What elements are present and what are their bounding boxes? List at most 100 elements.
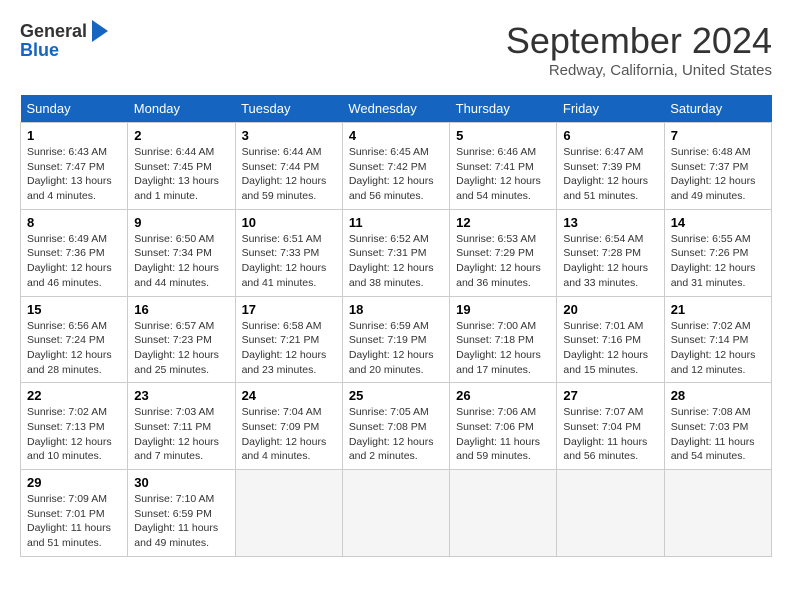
calendar-cell: 4 Sunrise: 6:45 AMSunset: 7:42 PMDaylight… [342,123,449,210]
calendar-cell: 10Sunrise: 6:51 AMSunset: 7:33 PMDayligh… [235,209,342,296]
day-info: Sunrise: 6:59 AMSunset: 7:19 PMDaylight:… [349,319,443,378]
calendar-cell: 24 Sunrise: 7:04 AMSunset: 7:09 PMDayligh… [235,383,342,470]
calendar-cell: 25 Sunrise: 7:05 AMSunset: 7:08 PMDayligh… [342,383,449,470]
calendar-cell: 19Sunrise: 7:00 AMSunset: 7:18 PMDayligh… [450,296,557,383]
day-number: 18 [349,302,443,317]
calendar-cell: 8 Sunrise: 6:49 AMSunset: 7:36 PMDaylight… [21,209,128,296]
week-row-2: 8 Sunrise: 6:49 AMSunset: 7:36 PMDaylight… [21,209,772,296]
day-info: Sunrise: 6:47 AMSunset: 7:39 PMDaylight:… [563,145,657,204]
calendar-cell: 23 Sunrise: 7:03 AMSunset: 7:11 PMDayligh… [128,383,235,470]
day-number: 12 [456,215,550,230]
day-number: 17 [242,302,336,317]
day-info: Sunrise: 7:05 AMSunset: 7:08 PMDaylight:… [349,405,443,464]
day-number: 21 [671,302,765,317]
calendar-table: SundayMondayTuesdayWednesdayThursdayFrid… [20,95,772,557]
day-number: 28 [671,388,765,403]
day-info: Sunrise: 6:53 AMSunset: 7:29 PMDaylight:… [456,232,550,291]
day-info: Sunrise: 6:49 AMSunset: 7:36 PMDaylight:… [27,232,121,291]
calendar-cell: 14 Sunrise: 6:55 AMSunset: 7:26 PMDayligh… [664,209,771,296]
day-info: Sunrise: 7:08 AMSunset: 7:03 PMDaylight:… [671,405,765,464]
day-number: 27 [563,388,657,403]
logo-general-text: General [20,21,87,42]
day-header-saturday: Saturday [664,95,771,123]
day-number: 20 [563,302,657,317]
calendar-cell: 2 Sunrise: 6:44 AMSunset: 7:45 PMDaylight… [128,123,235,210]
calendar-cell [450,470,557,557]
calendar-cell: 15 Sunrise: 6:56 AMSunset: 7:24 PMDayligh… [21,296,128,383]
day-number: 2 [134,128,228,143]
day-info: Sunrise: 7:03 AMSunset: 7:11 PMDaylight:… [134,405,228,464]
calendar-cell [557,470,664,557]
day-number: 6 [563,128,657,143]
day-header-friday: Friday [557,95,664,123]
calendar-cell: 22 Sunrise: 7:02 AMSunset: 7:13 PMDayligh… [21,383,128,470]
day-number: 9 [134,215,228,230]
logo: General Blue [20,20,108,61]
day-info: Sunrise: 6:58 AMSunset: 7:21 PMDaylight:… [242,319,336,378]
day-number: 7 [671,128,765,143]
calendar-cell: 30 Sunrise: 7:10 AMSunset: 6:59 PMDayligh… [128,470,235,557]
location-text: Redway, California, United States [506,62,772,79]
day-number: 19 [456,302,550,317]
day-number: 3 [242,128,336,143]
day-info: Sunrise: 6:57 AMSunset: 7:23 PMDaylight:… [134,319,228,378]
day-info: Sunrise: 7:04 AMSunset: 7:09 PMDaylight:… [242,405,336,464]
calendar-cell: 6 Sunrise: 6:47 AMSunset: 7:39 PMDaylight… [557,123,664,210]
calendar-cell: 7 Sunrise: 6:48 AMSunset: 7:37 PMDaylight… [664,123,771,210]
page-header: General Blue September 2024 Redway, Cali… [20,20,772,79]
calendar-cell: 20 Sunrise: 7:01 AMSunset: 7:16 PMDayligh… [557,296,664,383]
calendar-cell: 3 Sunrise: 6:44 AMSunset: 7:44 PMDaylight… [235,123,342,210]
day-info: Sunrise: 6:54 AMSunset: 7:28 PMDaylight:… [563,232,657,291]
calendar-cell: 13 Sunrise: 6:54 AMSunset: 7:28 PMDayligh… [557,209,664,296]
day-info: Sunrise: 6:50 AMSunset: 7:34 PMDaylight:… [134,232,228,291]
day-header-monday: Monday [128,95,235,123]
day-info: Sunrise: 6:45 AMSunset: 7:42 PMDaylight:… [349,145,443,204]
day-info: Sunrise: 7:06 AMSunset: 7:06 PMDaylight:… [456,405,550,464]
day-number: 13 [563,215,657,230]
day-header-thursday: Thursday [450,95,557,123]
day-number: 11 [349,215,443,230]
day-info: Sunrise: 6:51 AMSunset: 7:33 PMDaylight:… [242,232,336,291]
day-number: 4 [349,128,443,143]
day-number: 22 [27,388,121,403]
day-header-wednesday: Wednesday [342,95,449,123]
day-number: 15 [27,302,121,317]
day-number: 1 [27,128,121,143]
day-number: 8 [27,215,121,230]
calendar-cell [342,470,449,557]
calendar-cell: 18 Sunrise: 6:59 AMSunset: 7:19 PMDayligh… [342,296,449,383]
day-info: Sunrise: 6:43 AMSunset: 7:47 PMDaylight:… [27,145,121,204]
day-info: Sunrise: 6:46 AMSunset: 7:41 PMDaylight:… [456,145,550,204]
calendar-cell: 27Sunrise: 7:07 AMSunset: 7:04 PMDayligh… [557,383,664,470]
day-info: Sunrise: 6:52 AMSunset: 7:31 PMDaylight:… [349,232,443,291]
title-section: September 2024 Redway, California, Unite… [506,20,772,79]
day-number: 30 [134,475,228,490]
day-info: Sunrise: 7:10 AMSunset: 6:59 PMDaylight:… [134,492,228,551]
day-number: 23 [134,388,228,403]
day-number: 29 [27,475,121,490]
day-header-tuesday: Tuesday [235,95,342,123]
day-info: Sunrise: 7:02 AMSunset: 7:13 PMDaylight:… [27,405,121,464]
day-info: Sunrise: 7:02 AMSunset: 7:14 PMDaylight:… [671,319,765,378]
day-info: Sunrise: 6:44 AMSunset: 7:44 PMDaylight:… [242,145,336,204]
day-info: Sunrise: 7:01 AMSunset: 7:16 PMDaylight:… [563,319,657,378]
week-row-1: 1 Sunrise: 6:43 AMSunset: 7:47 PMDaylight… [21,123,772,210]
day-number: 5 [456,128,550,143]
calendar-cell: 17 Sunrise: 6:58 AMSunset: 7:21 PMDayligh… [235,296,342,383]
day-info: Sunrise: 6:56 AMSunset: 7:24 PMDaylight:… [27,319,121,378]
month-title: September 2024 [506,20,772,62]
day-info: Sunrise: 6:48 AMSunset: 7:37 PMDaylight:… [671,145,765,204]
day-number: 24 [242,388,336,403]
day-header-sunday: Sunday [21,95,128,123]
day-info: Sunrise: 6:55 AMSunset: 7:26 PMDaylight:… [671,232,765,291]
week-row-3: 15 Sunrise: 6:56 AMSunset: 7:24 PMDayligh… [21,296,772,383]
day-info: Sunrise: 6:44 AMSunset: 7:45 PMDaylight:… [134,145,228,204]
day-number: 16 [134,302,228,317]
calendar-cell [664,470,771,557]
day-number: 25 [349,388,443,403]
day-info: Sunrise: 7:09 AMSunset: 7:01 PMDaylight:… [27,492,121,551]
calendar-cell: 26Sunrise: 7:06 AMSunset: 7:06 PMDayligh… [450,383,557,470]
day-number: 14 [671,215,765,230]
calendar-cell [235,470,342,557]
calendar-cell: 28 Sunrise: 7:08 AMSunset: 7:03 PMDayligh… [664,383,771,470]
